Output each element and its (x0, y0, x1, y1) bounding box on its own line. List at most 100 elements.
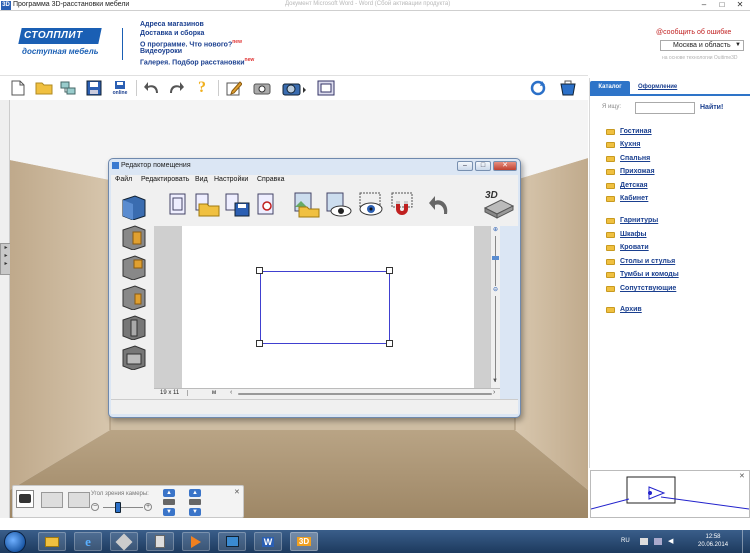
maximize-icon[interactable]: □ (475, 161, 491, 171)
move-down-button[interactable]: ▼ (189, 508, 201, 516)
flag-icon[interactable] (640, 538, 648, 545)
open-folder-icon[interactable] (34, 78, 54, 98)
camera-angle-slider[interactable] (115, 502, 121, 513)
category-kids-room[interactable]: Детская (606, 182, 648, 189)
region-select[interactable]: Москва и область ▼ (660, 40, 744, 51)
preview-icon[interactable] (323, 191, 353, 219)
maximize-icon[interactable]: □ (714, 0, 730, 10)
close-icon[interactable]: ✕ (493, 161, 517, 171)
walls-tool-icon[interactable] (121, 194, 147, 221)
minimize-icon[interactable]: – (696, 0, 712, 10)
category-beds[interactable]: Кровати (606, 244, 649, 251)
category-bedroom[interactable]: Спальня (606, 155, 650, 162)
zoom-thumb[interactable] (492, 256, 499, 260)
zoom-out-icon[interactable]: ⊖ (491, 286, 500, 294)
link-store-addresses[interactable]: Адреса магазинов (140, 21, 204, 28)
close-icon[interactable]: ✕ (234, 488, 240, 496)
ie-icon[interactable]: e (74, 532, 102, 551)
view-3d-button[interactable]: 3D (481, 190, 515, 220)
partition-tool-icon[interactable] (121, 344, 147, 371)
column-tool-icon[interactable] (121, 314, 147, 341)
system-clock[interactable]: 12:58 20.06.2014 (698, 533, 728, 549)
rotate-up-button[interactable]: ▲ (163, 489, 175, 497)
tools-icon[interactable] (110, 532, 138, 551)
undo-icon[interactable] (142, 78, 162, 98)
minimize-icon[interactable]: – (457, 161, 473, 171)
perspective-view-button[interactable] (41, 492, 63, 508)
link-video-lessons[interactable]: Видеоуроки (140, 48, 182, 55)
word-icon[interactable]: W (254, 532, 282, 551)
new-plan-icon[interactable] (167, 192, 189, 218)
category-wardrobes[interactable]: Шкафы (606, 231, 647, 238)
explorer-icon[interactable] (38, 532, 66, 551)
menu-edit[interactable]: Редактировать (141, 176, 189, 183)
category-living-room[interactable]: Гостиная (606, 128, 652, 135)
rotate-center-button[interactable] (163, 499, 175, 505)
new-file-icon[interactable] (8, 78, 28, 98)
delete-plan-icon[interactable] (255, 192, 277, 218)
shopping-cart-icon[interactable] (558, 78, 578, 98)
undo-icon[interactable] (427, 194, 453, 218)
menu-view[interactable]: Вид (195, 176, 208, 183)
move-center-button[interactable] (189, 499, 201, 505)
show-desktop-button[interactable] (742, 530, 750, 553)
edit-icon[interactable] (224, 78, 244, 98)
category-accessories[interactable]: Сопутствующие (606, 285, 676, 292)
calculator-icon[interactable] (146, 532, 174, 551)
tab-catalog[interactable]: Каталог (590, 81, 630, 94)
zoom-in-button[interactable]: + (144, 503, 152, 511)
link-about[interactable]: О программе. Что нового?new (140, 39, 242, 48)
resize-handle[interactable] (386, 340, 393, 347)
screenshot-icon[interactable] (252, 78, 272, 98)
link-gallery[interactable]: Галерея. Подбор расстановкиnew (140, 57, 254, 66)
move-up-button[interactable]: ▲ (189, 489, 201, 497)
top-view-button[interactable] (68, 492, 90, 508)
close-icon[interactable]: ✕ (732, 0, 748, 10)
rotate-down-button[interactable]: ▼ (163, 508, 175, 516)
menu-settings[interactable]: Настройки (214, 176, 248, 183)
resize-handle[interactable] (386, 267, 393, 274)
category-tables-chairs[interactable]: Столы и стулья (606, 258, 675, 265)
category-hallway[interactable]: Прихожая (606, 168, 655, 175)
category-kitchen[interactable]: Кухня (606, 141, 640, 148)
menu-file[interactable]: Файл (115, 176, 132, 183)
volume-icon[interactable]: ◀ (668, 537, 677, 545)
resize-handle[interactable] (256, 340, 263, 347)
close-icon[interactable]: ✕ (739, 472, 745, 480)
search-button[interactable]: Найти! (700, 104, 723, 111)
resize-handle[interactable] (256, 267, 263, 274)
zoom-out-button[interactable]: − (91, 503, 99, 511)
door-tool-icon[interactable] (121, 224, 147, 251)
tab-design[interactable]: Оформление (638, 81, 688, 94)
camera-icon[interactable] (280, 78, 310, 98)
media-player-icon[interactable] (182, 532, 210, 551)
language-indicator[interactable]: RU (621, 538, 630, 544)
paint-icon[interactable] (218, 532, 246, 551)
help-icon[interactable]: ? (192, 78, 212, 98)
room-outline[interactable] (260, 271, 390, 344)
network-icon[interactable] (58, 78, 78, 98)
scroll-right-icon[interactable]: › (493, 389, 495, 396)
link-delivery[interactable]: Доставка и сборка (140, 30, 204, 37)
scroll-down-icon[interactable]: ▼ (492, 378, 498, 384)
zoom-in-icon[interactable]: ⊕ (491, 226, 500, 234)
report-error-link[interactable]: @сообщить об ошибке (656, 29, 731, 36)
scroll-left-icon[interactable]: ‹ (230, 389, 232, 396)
horizontal-scrollbar[interactable] (238, 393, 492, 395)
category-office[interactable]: Кабинет (606, 195, 648, 202)
niche-tool-icon[interactable] (121, 284, 147, 311)
menu-help[interactable]: Справка (257, 176, 284, 183)
minimap[interactable]: ✕ (590, 470, 750, 518)
start-button[interactable] (4, 531, 26, 553)
save-plan-icon[interactable] (223, 192, 251, 218)
category-cabinets[interactable]: Тумбы и комоды (606, 271, 679, 278)
refresh-icon[interactable] (528, 78, 548, 98)
open-plan-icon[interactable] (193, 192, 221, 218)
redo-icon[interactable] (166, 78, 186, 98)
category-archive[interactable]: Архив (606, 306, 642, 313)
vertical-zoom-scrollbar[interactable]: ⊕ ⊖ ▼ (490, 226, 500, 388)
search-input[interactable] (635, 102, 695, 114)
save-online-button[interactable]: online (110, 78, 130, 98)
window-tool-icon[interactable] (121, 254, 147, 281)
category-sets[interactable]: Гарнитуры (606, 217, 658, 224)
